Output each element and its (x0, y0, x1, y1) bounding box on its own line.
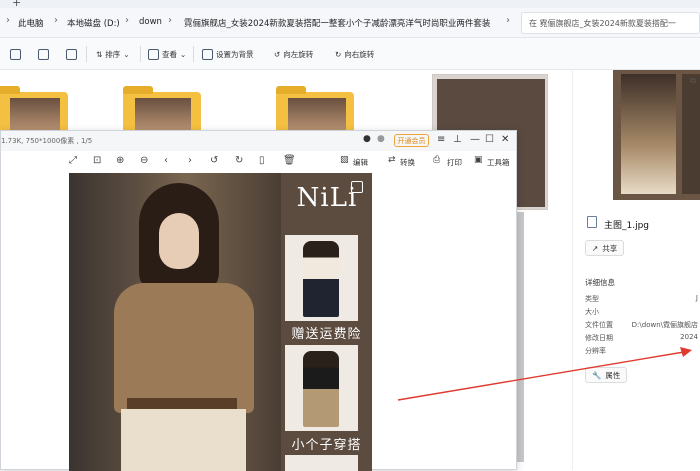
arrow-head (680, 347, 692, 357)
arrow-line (397, 351, 685, 401)
annotation-arrow (397, 347, 692, 401)
